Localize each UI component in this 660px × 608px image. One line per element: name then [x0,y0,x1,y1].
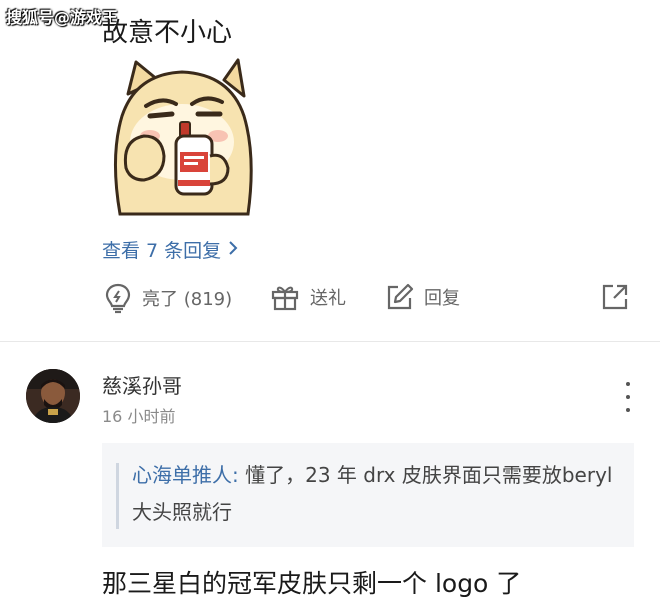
comment-timestamp: 16 小时前 [102,407,176,426]
avatar[interactable] [26,369,80,423]
share-icon [600,282,630,312]
view-replies-label: 查看 7 条回复 [102,240,222,262]
quote-bar [116,463,119,529]
quote-author[interactable]: 心海单推人: [132,463,239,487]
comment-body: 那三星白的冠军皮肤只剩一个 logo 了 [102,569,522,598]
like-button[interactable]: 亮了 (819) [104,282,232,314]
gift-icon [270,282,300,312]
lightbulb-icon [104,282,132,314]
quoted-reply[interactable]: 心海单推人: 懂了，23 年 drx 皮肤界面只需要放beryl 大头照就行 [102,443,634,547]
comment-username[interactable]: 慈溪孙哥 [102,370,182,399]
previous-comment-text: 故意不小心 [102,18,233,48]
chevron-right-icon [227,239,239,261]
reply-button[interactable]: 回复 [384,282,460,312]
gift-button[interactable]: 送礼 [270,282,346,312]
edit-icon [384,282,414,312]
gift-label: 送礼 [310,288,346,309]
view-replies-link[interactable]: 查看 7 条回复 [102,236,239,263]
more-vertical-icon[interactable] [618,382,638,412]
like-label: 亮了 (819) [142,289,233,310]
dog-sticker-image [106,56,258,216]
comment-divider [0,341,660,342]
share-button[interactable] [600,282,630,312]
comment-action-bar: 亮了 (819) 送礼 回复 [102,282,632,318]
reply-label: 回复 [424,288,460,309]
quote-text: 心海单推人: 懂了，23 年 drx 皮肤界面只需要放beryl 大头照就行 [132,457,622,531]
